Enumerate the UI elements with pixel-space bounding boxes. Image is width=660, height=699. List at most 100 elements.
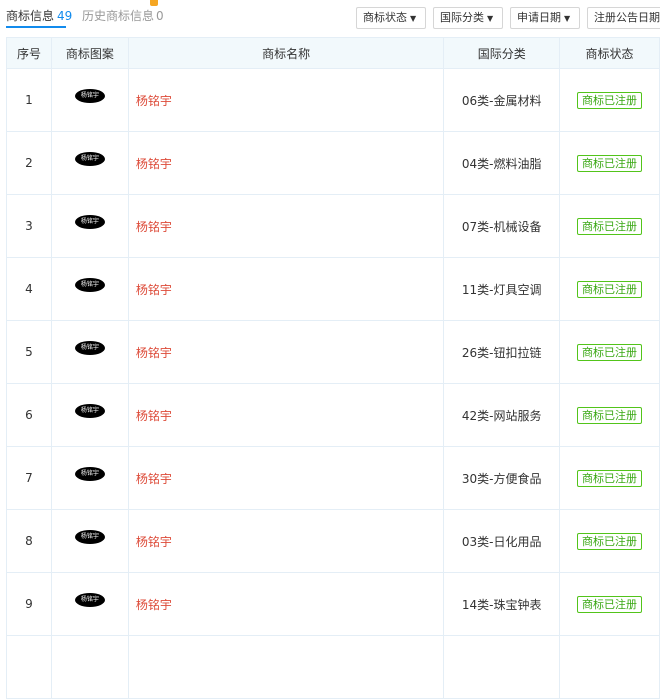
status-cell: 商标已注册	[559, 446, 660, 510]
status-cell: 商标已注册	[559, 320, 660, 384]
trademark-logo[interactable]: 杨铭宇	[74, 341, 105, 356]
trademark-name[interactable]: 杨铭宇	[127, 446, 445, 510]
status-badge: 商标已注册	[577, 532, 643, 550]
tab-bar: 商标信息49 历史商标信息0 商标状态▼ 国际分类▼ 申请日期▼ 注册公告日期▼	[0, 0, 660, 36]
header-class: 国际分类	[443, 37, 561, 69]
international-class: 11类-灯具空调	[443, 257, 561, 321]
status-badge: 商标已注册	[577, 406, 643, 424]
trademark-name[interactable]: 杨铭宇	[127, 257, 445, 321]
logo-cell: 杨铭宇	[50, 509, 129, 573]
table-row: 6 杨铭宇 杨铭宇 42类-网站服务 商标已注册	[6, 383, 660, 447]
trademark-logo[interactable]: 杨铭宇	[74, 215, 105, 230]
international-class: 07类-机械设备	[443, 194, 561, 258]
filter-international-class[interactable]: 国际分类 ▼	[433, 7, 503, 29]
filter-trademark-status[interactable]: 商标状态 ▼	[356, 7, 426, 29]
trademark-logo[interactable]: 杨铭宇	[74, 593, 105, 608]
header-name: 商标名称	[127, 37, 445, 69]
international-class: 06类-金属材料	[443, 68, 561, 132]
trademark-name[interactable]: 杨铭宇	[127, 68, 445, 132]
international-class: 42类-网站服务	[443, 383, 561, 447]
status-cell: 商标已注册	[559, 194, 660, 258]
tab-history-trademark-info[interactable]: 历史商标信息 0	[82, 7, 164, 24]
tab-trademark-info-count: 49	[57, 9, 73, 23]
trademark-logo[interactable]: 杨铭宇	[74, 467, 105, 482]
trademark-table: 序号 商标图案 商标名称 国际分类 商标状态 1 杨铭宇 杨铭宇 06类-金属材…	[6, 37, 660, 699]
table-row: 2 杨铭宇 杨铭宇 04类-燃料油脂 商标已注册	[6, 131, 660, 195]
trademark-logo[interactable]: 杨铭宇	[74, 530, 105, 545]
table-header-row: 序号 商标图案 商标名称 国际分类 商标状态	[6, 37, 660, 69]
trademark-logo[interactable]: 杨铭宇	[74, 152, 105, 167]
table-row: 4 杨铭宇 杨铭宇 11类-灯具空调 商标已注册	[6, 257, 660, 321]
table-row: 5 杨铭宇 杨铭宇 26类-钮扣拉链 商标已注册	[6, 320, 660, 384]
logo-cell: 杨铭宇	[50, 383, 129, 447]
status-cell: 商标已注册	[559, 383, 660, 447]
tab-history-count: 0	[156, 9, 164, 23]
row-number: 9	[6, 572, 52, 636]
table-row: 3 杨铭宇 杨铭宇 07类-机械设备 商标已注册	[6, 194, 660, 258]
logo-cell: 杨铭宇	[50, 68, 129, 132]
international-class: 04类-燃料油脂	[443, 131, 561, 195]
status-badge: 商标已注册	[577, 343, 643, 361]
status-badge: 商标已注册	[577, 154, 643, 172]
caret-down-icon: ▼	[564, 14, 571, 23]
trademark-name[interactable]: 杨铭宇	[127, 194, 445, 258]
row-number: 6	[6, 383, 52, 447]
tab-trademark-info-label: 商标信息	[6, 9, 55, 23]
trademark-logo[interactable]: 杨铭宇	[74, 89, 105, 104]
status-badge: 商标已注册	[577, 280, 643, 298]
logo-cell: 杨铭宇	[50, 194, 129, 258]
empty-cell	[443, 635, 561, 699]
trademark-name[interactable]: 杨铭宇	[127, 383, 445, 447]
row-number: 4	[6, 257, 52, 321]
row-number: 7	[6, 446, 52, 510]
international-class: 30类-方便食品	[443, 446, 561, 510]
table-row: 7 杨铭宇 杨铭宇 30类-方便食品 商标已注册	[6, 446, 660, 510]
filter-label: 商标状态	[363, 11, 407, 24]
table-row: 9 杨铭宇 杨铭宇 14类-珠宝钟表 商标已注册	[6, 572, 660, 636]
filter-announcement-date[interactable]: 注册公告日期▼	[587, 7, 660, 29]
header-logo: 商标图案	[50, 37, 129, 69]
empty-cell	[6, 635, 52, 699]
trademark-logo[interactable]: 杨铭宇	[74, 278, 105, 293]
active-tab-underline	[6, 26, 66, 28]
empty-cell	[50, 635, 129, 699]
status-badge: 商标已注册	[577, 595, 643, 613]
empty-cell	[559, 635, 660, 699]
table-row: 8 杨铭宇 杨铭宇 03类-日化用品 商标已注册	[6, 509, 660, 573]
caret-down-icon: ▼	[410, 14, 417, 23]
empty-cell	[127, 635, 445, 699]
table-row: 1 杨铭宇 杨铭宇 06类-金属材料 商标已注册	[6, 68, 660, 132]
trademark-name[interactable]: 杨铭宇	[127, 572, 445, 636]
row-number: 1	[6, 68, 52, 132]
filter-application-date[interactable]: 申请日期 ▼	[510, 7, 580, 29]
caret-down-icon: ▼	[487, 14, 494, 23]
tab-history-label: 历史商标信息	[82, 9, 155, 23]
table-row-partial	[6, 635, 660, 699]
status-cell: 商标已注册	[559, 509, 660, 573]
logo-cell: 杨铭宇	[50, 320, 129, 384]
header-status: 商标状态	[559, 37, 660, 69]
filter-label: 国际分类	[440, 11, 484, 24]
status-badge: 商标已注册	[577, 217, 643, 235]
tab-trademark-info[interactable]: 商标信息 49	[6, 7, 72, 24]
row-number: 8	[6, 509, 52, 573]
trademark-name[interactable]: 杨铭宇	[127, 131, 445, 195]
vip-badge-icon	[150, 0, 158, 6]
row-number: 2	[6, 131, 52, 195]
logo-cell: 杨铭宇	[50, 131, 129, 195]
logo-cell: 杨铭宇	[50, 446, 129, 510]
row-number: 3	[6, 194, 52, 258]
trademark-name[interactable]: 杨铭宇	[127, 509, 445, 573]
status-cell: 商标已注册	[559, 257, 660, 321]
logo-cell: 杨铭宇	[50, 257, 129, 321]
international-class: 03类-日化用品	[443, 509, 561, 573]
status-badge: 商标已注册	[577, 469, 643, 487]
trademark-logo[interactable]: 杨铭宇	[74, 404, 105, 419]
filter-label: 注册公告日期	[594, 11, 660, 24]
trademark-name[interactable]: 杨铭宇	[127, 320, 445, 384]
header-no: 序号	[6, 37, 52, 69]
international-class: 26类-钮扣拉链	[443, 320, 561, 384]
row-number: 5	[6, 320, 52, 384]
status-cell: 商标已注册	[559, 572, 660, 636]
status-cell: 商标已注册	[559, 68, 660, 132]
